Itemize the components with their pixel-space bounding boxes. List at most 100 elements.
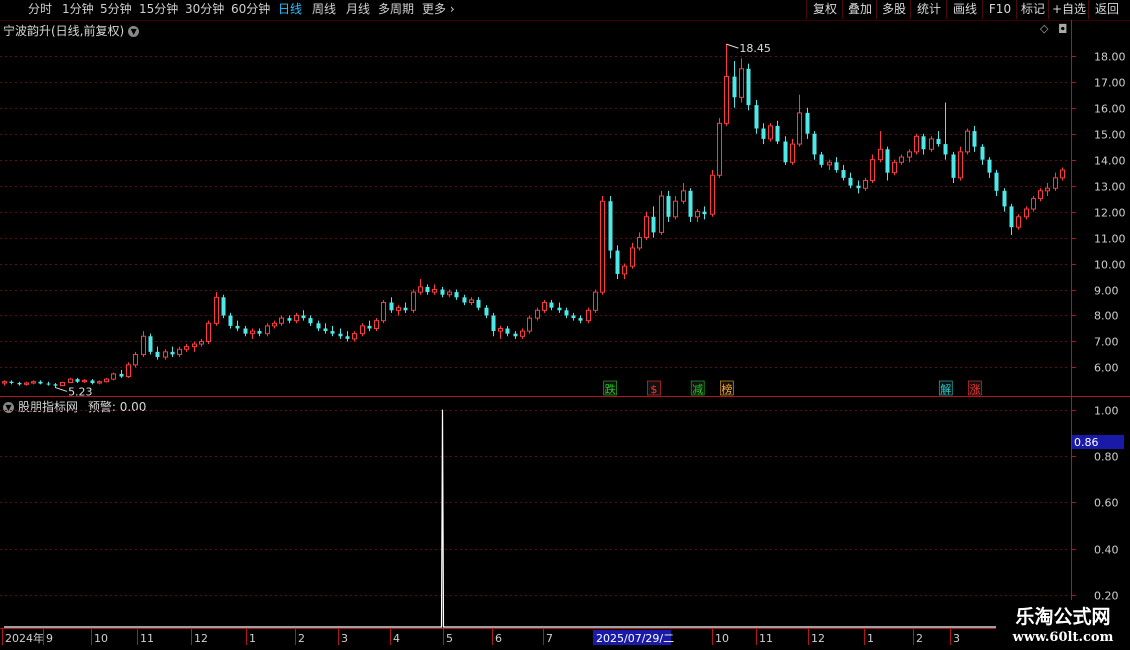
candle-body — [615, 250, 620, 274]
candle-body — [862, 179, 869, 189]
diamond-icon[interactable]: ◇ — [1040, 22, 1048, 35]
candle-body — [1009, 206, 1014, 228]
candle-body — [913, 135, 920, 153]
candle-body — [549, 302, 554, 308]
indicator-y-tick-label: 1.00 — [1094, 405, 1119, 418]
candle-body — [162, 351, 169, 358]
tab-timeframe-3[interactable]: 5分钟 — [100, 2, 132, 17]
y-tick-label: 16.00 — [1094, 103, 1126, 116]
kline-chart[interactable]: 18.0017.0016.0015.0014.0013.0012.0011.00… — [0, 0, 1130, 650]
y-tick-label: 12.00 — [1094, 207, 1126, 220]
tab-timeframe-1[interactable]: 分时 — [28, 2, 52, 17]
tab-timeframe-week[interactable]: 周线 — [312, 2, 336, 17]
statistics-button[interactable]: 统计 — [910, 0, 947, 19]
candle-body — [578, 318, 583, 321]
tab-multi-period[interactable]: 多周期 — [378, 2, 414, 17]
candle-body — [505, 328, 510, 334]
candle-body — [651, 216, 656, 233]
indicator-y-tick-label: 0.60 — [1094, 497, 1119, 510]
candle-body — [767, 125, 774, 140]
candle-body — [373, 320, 380, 329]
candle-body — [716, 122, 723, 176]
tab-timeframe-5[interactable]: 30分钟 — [185, 2, 224, 17]
candle-body — [964, 130, 971, 153]
candle-body — [688, 190, 693, 217]
candle-body — [658, 195, 665, 233]
candle-body — [1002, 190, 1007, 207]
event-marker-box — [968, 380, 982, 396]
candle-body — [249, 330, 256, 335]
candle-body — [621, 265, 628, 275]
candle-body — [395, 307, 402, 311]
candle-body — [957, 151, 964, 179]
tab-timeframe-month[interactable]: 月线 — [346, 2, 370, 17]
overlay-button[interactable]: 叠加 — [842, 0, 877, 19]
candle-body — [17, 383, 22, 385]
candle-body — [417, 286, 424, 293]
candle-body — [46, 383, 51, 385]
x-tick-label: 11 — [759, 632, 773, 645]
draw-line-button[interactable]: 画线 — [946, 0, 983, 19]
y-tick-label: 13.00 — [1094, 181, 1126, 194]
x-tick-label: 10 — [94, 632, 108, 645]
candle-body — [351, 333, 358, 340]
candle-body — [403, 307, 408, 311]
event-marker-box — [603, 380, 617, 396]
candle-body — [1037, 190, 1044, 200]
high-arrow — [726, 43, 739, 49]
candle-body — [38, 381, 43, 384]
candle-body — [805, 112, 810, 134]
back-button[interactable]: 返回 — [1088, 0, 1125, 19]
candle-body — [702, 211, 707, 215]
settings-icon[interactable]: ◘ — [1058, 22, 1068, 36]
tab-timeframe-2[interactable]: 1分钟 — [62, 2, 94, 17]
event-marker-box — [720, 380, 734, 396]
candle-body — [789, 143, 796, 163]
candle-body — [951, 154, 956, 178]
indicator-name: 股朋指标网 — [18, 400, 79, 414]
candle-body — [81, 379, 88, 383]
candle-body — [775, 125, 780, 142]
candle-body — [980, 146, 985, 160]
candle-body — [205, 322, 212, 342]
candle-body — [680, 190, 687, 202]
candle-body — [812, 133, 817, 155]
candle-body — [308, 318, 313, 324]
f10-button[interactable]: F10 — [982, 0, 1017, 19]
stock-title: 宁波韵升(日线,前复权) — [3, 24, 125, 38]
candle-body — [425, 286, 430, 293]
candle-body — [476, 299, 481, 308]
tab-timeframe-day[interactable]: 日线 — [278, 2, 302, 17]
candle-body — [608, 201, 613, 251]
chevron-down-icon[interactable]: ▼ — [128, 26, 140, 37]
cursor-value-box — [1072, 435, 1124, 450]
candle-body — [59, 381, 66, 387]
add-favorite-button[interactable]: +自选 — [1048, 0, 1089, 19]
candle-body — [90, 380, 95, 384]
tab-timeframe-4[interactable]: 15分钟 — [139, 2, 178, 17]
candle-body — [585, 309, 592, 322]
multi-stock-button[interactable]: 多股 — [876, 0, 911, 19]
x-tick-label: 11 — [140, 632, 154, 645]
x-tick-label: 10 — [715, 632, 729, 645]
x-tick-label: 4 — [393, 632, 400, 645]
event-marker-box — [647, 380, 661, 396]
candle-body — [1015, 216, 1022, 228]
candle-body — [431, 289, 438, 293]
x-tick-label: 3 — [341, 632, 348, 645]
chevron-down-icon[interactable]: ▼ — [3, 402, 14, 413]
candle-body — [119, 373, 124, 377]
fuquan-button[interactable]: 复权 — [806, 0, 843, 19]
candle-body — [643, 216, 650, 239]
mark-button[interactable]: 标记 — [1016, 0, 1049, 19]
candle-body — [629, 247, 636, 267]
more-menu[interactable]: 更多 › — [422, 2, 455, 17]
candle-body — [746, 68, 751, 106]
candle-body — [257, 331, 262, 334]
x-tick-label: 6 — [495, 632, 502, 645]
tab-timeframe-6[interactable]: 60分钟 — [231, 2, 270, 17]
y-tick-label: 9.00 — [1094, 285, 1119, 298]
candle-body — [848, 177, 853, 186]
event-marker-1: 跌 — [603, 380, 617, 396]
site-watermark: 乐淘公式网 www.60lt.com — [996, 600, 1130, 650]
